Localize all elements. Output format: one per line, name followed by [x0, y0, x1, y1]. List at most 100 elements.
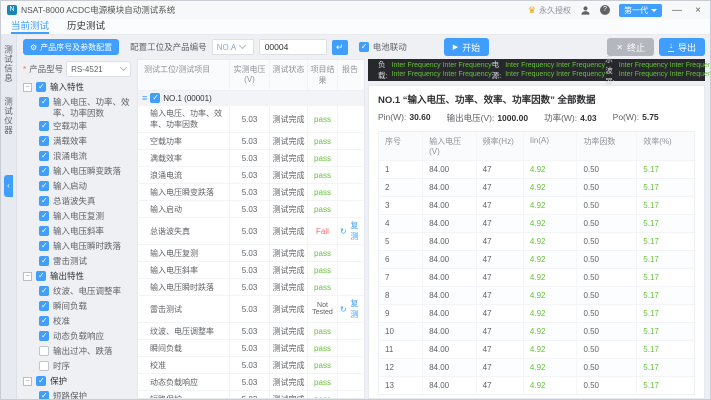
cell-frequency: 47 — [477, 287, 524, 304]
cell-input-voltage: 84.00 — [423, 323, 477, 340]
test-row[interactable]: ≡ 雷击测试 5.03 测试完成 Not Tested — [138, 296, 364, 323]
test-row[interactable]: ≡ 校准 5.03 测试完成 pass ↻ — [138, 357, 364, 374]
linkage-checkbox-row[interactable]: 电池联动 — [358, 41, 407, 53]
tree-item-checkbox[interactable] — [39, 196, 49, 206]
test-row[interactable]: ≡ 浪涌电流 5.03 测试完成 pass — [138, 167, 364, 184]
collapse-minus-icon[interactable]: − — [23, 272, 32, 281]
tree-item[interactable]: − 瞬间负载 — [23, 300, 131, 315]
test-row[interactable]: ≡ 总谐波失真 5.03 测试完成 Fail — [138, 218, 364, 245]
tree-item[interactable]: − 输入电压斜率 — [23, 225, 131, 240]
test-row[interactable]: ≡ 输入电压斜率 5.03 测试完成 pass — [138, 262, 364, 279]
test-row[interactable]: ≡ 短路保护 5.03 测试完成 pass — [138, 391, 364, 398]
user-icon[interactable] — [580, 5, 591, 16]
tree-item-checkbox[interactable] — [39, 286, 49, 296]
linkage-checkbox[interactable] — [358, 42, 369, 52]
tree-item[interactable]: − 空载功率 — [23, 120, 131, 135]
test-row[interactable]: ≡ 输入启动 5.03 测试完成 pass — [138, 201, 364, 218]
test-row[interactable]: ≡ 输入电压瞬时跌落 5.03 测试完成 pass — [138, 279, 364, 296]
tree-item-checkbox[interactable] — [39, 331, 49, 341]
cell-index: 7 — [379, 269, 424, 286]
group-checkbox[interactable] — [150, 93, 161, 103]
collapse-minus-icon[interactable]: − — [23, 377, 32, 386]
test-row[interactable]: ≡ 空载功率 5.03 测试完成 pass — [138, 133, 364, 150]
cell-efficiency: 5.17 — [643, 219, 659, 228]
enter-button[interactable]: ↵ — [331, 39, 348, 55]
test-row[interactable]: ≡ 满载效率 5.03 测试完成 pass — [138, 150, 364, 167]
tree-item[interactable]: − 满载效率 — [23, 135, 131, 150]
tree-item[interactable]: − 浪涌电流 — [23, 150, 131, 165]
tree-item[interactable]: − 短路保护 — [23, 390, 131, 399]
tree-item-checkbox[interactable] — [39, 316, 49, 326]
test-row[interactable]: ≡ 输入电压复测 5.03 测试完成 pass — [138, 245, 364, 262]
tree-item[interactable]: − 输入特性 — [23, 81, 131, 96]
tree-item-checkbox[interactable] — [39, 151, 49, 161]
tree-item-checkbox[interactable] — [39, 256, 49, 266]
tree-item[interactable]: − 输入电压复测 — [23, 210, 131, 225]
tree-item-checkbox[interactable] — [39, 391, 49, 399]
tree-item-checkbox[interactable] — [39, 181, 49, 191]
tree-item[interactable]: − 输出过冲、跌落 — [23, 345, 131, 360]
help-icon[interactable]: ? — [600, 5, 610, 15]
tree-item-checkbox[interactable] — [39, 97, 49, 107]
collapse-sidebar-handle[interactable]: ‹ — [4, 175, 13, 197]
tree-item-checkbox[interactable] — [39, 166, 49, 176]
tree-item-checkbox[interactable] — [36, 271, 46, 281]
tree-item[interactable]: − 保护 — [23, 375, 131, 390]
cell-frequency: 47 — [477, 251, 524, 268]
test-row[interactable]: ≡ NO.1 (00001) ↻ — [138, 91, 364, 106]
tree-item[interactable]: − 动态负载响应 — [23, 330, 131, 345]
test-row[interactable]: ≡ 输入电压瞬变跌落 5.03 测试完成 pass — [138, 184, 364, 201]
measured-voltage: 5.03 — [230, 245, 270, 261]
tree-item-checkbox[interactable] — [36, 376, 46, 386]
tree-item[interactable]: − 纹波、电压调整率 — [23, 285, 131, 300]
tree-item-checkbox[interactable] — [39, 301, 49, 311]
tree-item-label: 总谐波失真 — [53, 196, 96, 206]
tree-item-checkbox[interactable] — [39, 136, 49, 146]
cell-frequency: 47 — [477, 269, 524, 286]
tree-item[interactable]: − 时序 — [23, 360, 131, 375]
result-badge: pass — [308, 323, 338, 339]
retest-button[interactable]: ↻ 复测 — [340, 220, 360, 242]
measured-voltage: 5.03 — [230, 150, 270, 166]
tree-item-checkbox[interactable] — [39, 241, 49, 251]
side-tab-test-info[interactable]: 测试信息 — [3, 45, 15, 83]
product-model-label: 产品型号 — [29, 64, 64, 74]
tree-item[interactable]: − 输入电压、功率、效率、功率因数 — [23, 96, 131, 120]
product-model-select[interactable]: RS-4521 — [66, 61, 131, 77]
tree-item[interactable]: − 总谐波失真 — [23, 195, 131, 210]
station-select[interactable]: NO.A — [211, 39, 254, 55]
tree-item[interactable]: − 输入电压瞬时跌落 — [23, 240, 131, 255]
version-button[interactable]: 第一代 — [619, 3, 662, 17]
tree-item-checkbox[interactable] — [36, 82, 46, 92]
cell-frequency: 47 — [477, 179, 524, 196]
start-button[interactable]: ▶ 开始 — [443, 38, 490, 56]
cell-iin: 4.92 — [524, 305, 578, 322]
cell-iin: 4.92 — [524, 161, 578, 178]
close-button[interactable]: × — [692, 5, 704, 16]
test-row[interactable]: ≡ 输入电压、功率、效率、功率因数 5.03 测试完成 pass — [138, 106, 364, 133]
tree-item-checkbox[interactable] — [39, 226, 49, 236]
tab-current-test[interactable]: 当前测试 — [11, 19, 50, 34]
tree-item[interactable]: − 校准 — [23, 315, 131, 330]
serial-number-input[interactable]: 00004 — [258, 39, 327, 55]
test-row[interactable]: ≡ 动态负载响应 5.03 测试完成 pass — [138, 374, 364, 391]
tree-item-label: 保护 — [50, 376, 68, 386]
retest-button[interactable]: ↻ 复测 — [340, 298, 360, 320]
tree-item[interactable]: − 输出特性 — [23, 270, 131, 285]
collapse-minus-icon[interactable]: − — [23, 83, 32, 92]
tree-item[interactable]: − 输入电压瞬变跌落 — [23, 165, 131, 180]
tree-item-checkbox[interactable] — [39, 361, 49, 371]
minimize-button[interactable]: — — [671, 5, 683, 16]
stop-label: 终止 — [626, 42, 645, 53]
test-row[interactable]: ≡ 纹波、电压调整率 5.03 测试完成 pass — [138, 323, 364, 340]
side-tab-test-instrument[interactable]: 测试仪器 — [3, 97, 15, 135]
tree-item[interactable]: − 雷击测试 — [23, 255, 131, 270]
tab-history-test[interactable]: 历史测试 — [67, 19, 105, 34]
tree-item-checkbox[interactable] — [39, 346, 49, 356]
test-row[interactable]: ≡ 瞬间负载 5.03 测试完成 pass — [138, 340, 364, 357]
tree-item-checkbox[interactable] — [39, 121, 49, 131]
tree-item-label: 瞬间负载 — [53, 301, 88, 311]
tree-item[interactable]: − 输入启动 — [23, 180, 131, 195]
product-config-button[interactable]: ⚙ 产品序号及参数配置 — [23, 39, 120, 55]
tree-item-checkbox[interactable] — [39, 211, 49, 221]
